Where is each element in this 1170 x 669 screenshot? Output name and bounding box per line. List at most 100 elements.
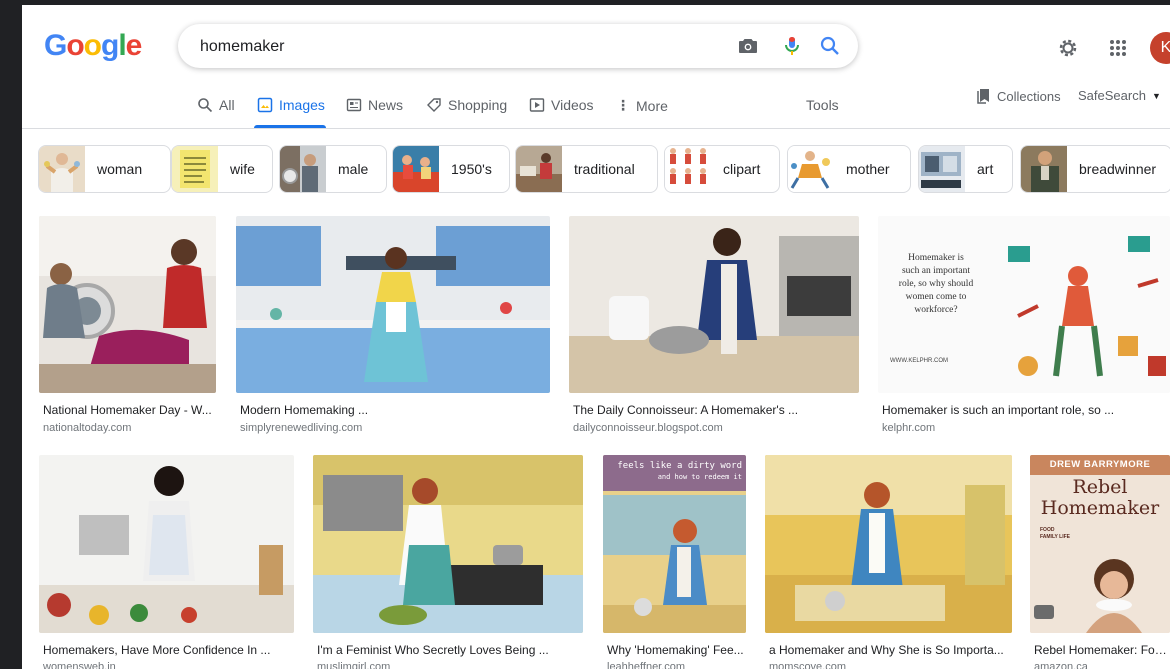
collections-button[interactable]: Collections [977, 88, 1061, 104]
result-title: Homemaker is such an important role, so … [882, 403, 1115, 417]
chip-thumbnail [665, 146, 711, 192]
result-site: nationaltoday.com [43, 422, 132, 434]
chip-male[interactable]: male [279, 145, 387, 193]
tab-all[interactable]: All [197, 97, 235, 113]
chip-wife[interactable]: wife [171, 145, 273, 193]
chip-label: traditional [574, 161, 635, 177]
result-image [236, 216, 550, 393]
search-box [178, 24, 858, 68]
google-images-page: Google K All Images News Shopping [22, 5, 1170, 669]
image-result[interactable]: Modern Homemaking ... simplyrenewedlivin… [236, 216, 550, 438]
result-site: amazon.ca [1034, 661, 1088, 669]
chip-thumbnail [919, 146, 965, 192]
chip-thumbnail [280, 146, 326, 192]
result-image [39, 216, 216, 393]
result-site: muslimgirl.com [317, 661, 391, 669]
quote-text: Homemaker is such an important role, so … [898, 253, 974, 315]
chip-label: male [338, 161, 369, 177]
result-title: Why 'Homemaking' Fee... [607, 643, 744, 657]
result-site: dailyconnoisseur.blogspot.com [573, 422, 723, 434]
image-result[interactable]: feels like a dirty word and how to redee… [603, 455, 746, 669]
chip-art[interactable]: art [918, 145, 1013, 193]
chip-label: art [977, 161, 994, 177]
search-icon [198, 98, 213, 113]
chip-label: breadwinner [1079, 161, 1157, 177]
tools-button[interactable]: Tools [806, 97, 839, 113]
google-logo[interactable]: Google [44, 29, 142, 63]
result-title: National Homemaker Day - W... [43, 403, 212, 417]
image-result[interactable]: I'm a Feminist Who Secretly Loves Being … [313, 455, 583, 669]
result-image [39, 455, 294, 633]
result-title: Homemakers, Have More Confidence In ... [43, 643, 271, 657]
apps-grid-icon[interactable] [1106, 36, 1130, 60]
chip-thumbnail [172, 146, 218, 192]
result-site: womensweb.in [43, 661, 116, 669]
chip-label: 1950's [451, 161, 492, 177]
search-input[interactable] [198, 32, 722, 62]
result-image [569, 216, 859, 393]
tab-shopping[interactable]: Shopping [426, 97, 507, 113]
tab-more[interactable]: ⋮ More [616, 97, 668, 114]
tab-label: More [636, 97, 668, 114]
image-caption: feels like a dirty word and how to redee… [617, 461, 742, 481]
result-site: simplyrenewedliving.com [240, 422, 363, 434]
news-icon [346, 98, 362, 112]
chip-traditional[interactable]: traditional [515, 145, 658, 193]
chip-label: wife [230, 161, 255, 177]
settings-gear-icon[interactable] [1056, 36, 1080, 60]
result-site: leahheffner.com [607, 661, 686, 669]
chip-thumbnail [788, 146, 834, 192]
more-vert-icon: ⋮ [616, 97, 630, 113]
result-site: momscove.com [769, 661, 847, 669]
book-title: Rebel Homemaker [1040, 476, 1160, 519]
collections-label: Collections [997, 88, 1061, 104]
book-subtitle: FOOD FAMILY LIFE [1040, 527, 1071, 540]
result-image [765, 455, 1012, 633]
result-image [313, 455, 583, 633]
result-title: a Homemaker and Why She is So Importa... [769, 643, 1004, 657]
chip-clipart[interactable]: clipart [664, 145, 780, 193]
watermark-url: WWW.KELPHR.COM [890, 358, 948, 364]
safesearch-label: SafeSearch [1078, 88, 1146, 103]
tools-label: Tools [806, 97, 839, 113]
chip-thumbnail [1021, 146, 1067, 192]
tab-label: Images [279, 97, 325, 113]
result-title: The Daily Connoisseur: A Homemaker's ... [573, 403, 799, 417]
image-result[interactable]: DREW BARRYMORE Rebel Homemaker FOOD FAMI… [1030, 455, 1170, 669]
tab-images[interactable]: Images [257, 97, 325, 113]
chip-mother[interactable]: mother [787, 145, 911, 193]
bookmark-icon [977, 89, 989, 104]
tab-videos[interactable]: Videos [529, 97, 594, 113]
tab-label: Videos [551, 97, 594, 113]
result-image: DREW BARRYMORE Rebel Homemaker FOOD FAMI… [1030, 455, 1170, 633]
tab-news[interactable]: News [346, 97, 403, 113]
chip-thumbnail [516, 146, 562, 192]
microphone-icon[interactable] [780, 34, 804, 58]
chip-woman[interactable]: woman [38, 145, 171, 193]
tab-label: Shopping [448, 97, 508, 113]
chip-label: clipart [723, 161, 761, 177]
result-title: I'm a Feminist Who Secretly Loves Being … [317, 643, 549, 657]
result-title: Rebel Homemaker: Foo... [1034, 643, 1170, 657]
result-image: feels like a dirty word and how to redee… [603, 455, 746, 633]
camera-icon[interactable] [736, 34, 760, 58]
book-author: DREW BARRYMORE [1049, 459, 1151, 470]
chip-thumbnail [393, 146, 439, 192]
play-icon [529, 98, 545, 112]
chip-label: woman [97, 161, 143, 177]
safesearch-dropdown[interactable]: SafeSearch ▼ [1078, 88, 1161, 103]
search-icon[interactable] [818, 34, 842, 58]
account-avatar[interactable]: K [1150, 32, 1170, 64]
chip-1950s[interactable]: 1950's [392, 145, 510, 193]
image-result[interactable]: a Homemaker and Why She is So Importa...… [765, 455, 1012, 669]
image-result[interactable]: Homemaker is such an important role, so … [878, 216, 1170, 438]
chip-breadwinner[interactable]: breadwinner [1020, 145, 1170, 193]
image-icon [257, 97, 273, 113]
image-result[interactable]: Homemakers, Have More Confidence In ... … [39, 455, 294, 669]
chip-label: mother [846, 161, 890, 177]
chip-thumbnail [39, 146, 85, 192]
result-site: kelphr.com [882, 422, 936, 434]
header-divider [22, 128, 1170, 129]
image-result[interactable]: National Homemaker Day - W... nationalto… [39, 216, 216, 438]
image-result[interactable]: The Daily Connoisseur: A Homemaker's ...… [569, 216, 859, 438]
